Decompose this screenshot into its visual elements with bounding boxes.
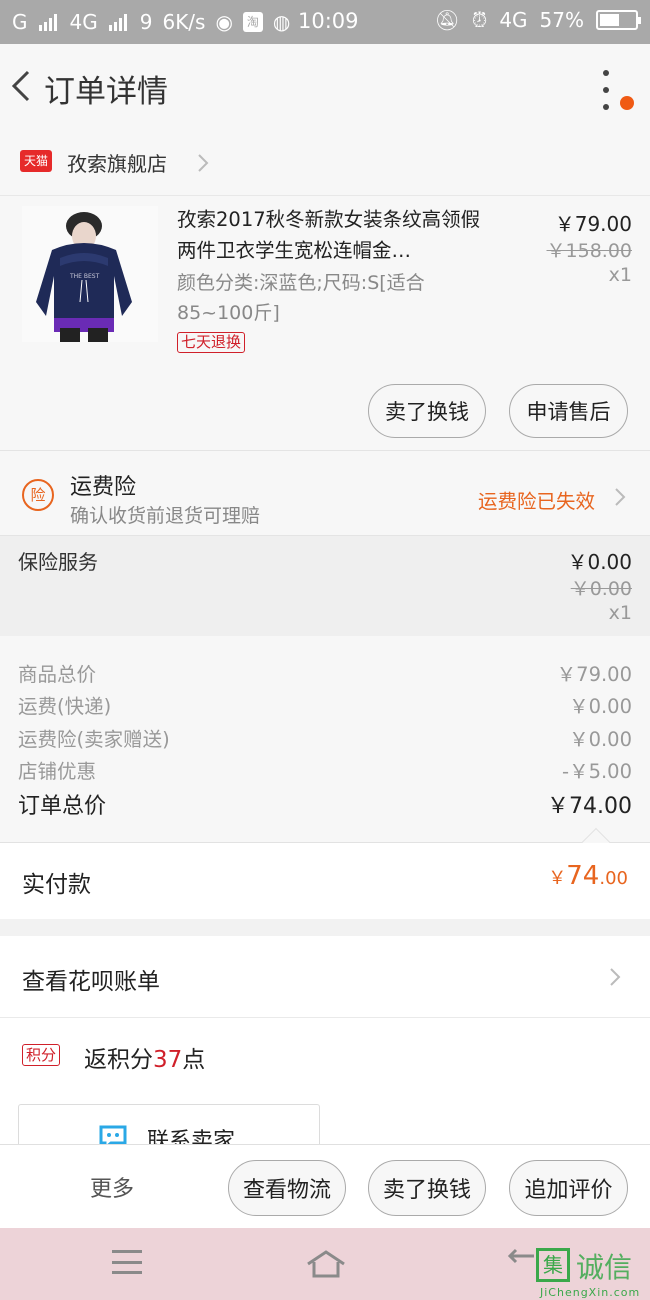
- summary-label: 运费险(卖家赠送): [18, 728, 170, 751]
- points-row: 积分 返积分37点: [0, 1018, 650, 1096]
- huabei-bill-label: 查看花呗账单: [22, 969, 160, 995]
- sell-for-cash-bottom-button[interactable]: 卖了换钱: [368, 1160, 486, 1216]
- insurance-service-row: 保险服务 ￥0.00 ￥0.00 x1: [0, 536, 650, 636]
- summary-value: ￥79.00: [556, 663, 632, 686]
- insurance-icon: 险: [22, 479, 54, 511]
- signal-icon-2: [108, 14, 127, 31]
- signal-icon: [38, 14, 57, 31]
- points-prefix: 返积分: [84, 1047, 153, 1073]
- freight-insurance-subtitle: 确认收货前退货可理赔: [70, 505, 261, 527]
- back-icon[interactable]: [506, 1248, 536, 1278]
- summary-row: 商品总价 ￥79.00: [18, 658, 632, 687]
- product-image[interactable]: THE BEST: [22, 206, 158, 342]
- network-right-label: 4G: [499, 8, 528, 32]
- order-total-row: 订单总价 ￥74.00: [18, 788, 632, 820]
- battery-fill: [600, 14, 620, 26]
- more-button[interactable]: 更多: [90, 1171, 134, 1203]
- taobao-icon: 淘: [242, 12, 263, 32]
- status-right: 🔕︎ ⏰︎ 4G 57%: [434, 8, 641, 32]
- page-title: 订单详情: [44, 74, 168, 110]
- mute-icon: 🔕︎: [434, 8, 460, 32]
- summary-row: 运费险(卖家赠送) ￥0.00: [18, 723, 632, 752]
- actual-payment-amount: ￥74.00: [548, 861, 628, 891]
- watermark-char: 集: [536, 1248, 570, 1282]
- more-options-icon[interactable]: [596, 70, 616, 110]
- tmall-icon: 天猫: [20, 150, 52, 172]
- back-arrow-icon[interactable]: [8, 68, 36, 104]
- amount-decimal: .00: [599, 868, 628, 889]
- summary-label: 运费(快递): [18, 695, 112, 718]
- summary-row: 店铺优惠 -￥5.00: [18, 755, 632, 784]
- order-total-label: 订单总价: [18, 794, 107, 819]
- product-price: ￥79.00: [554, 212, 632, 236]
- product-title[interactable]: 孜索2017秋冬新款女装条纹高领假两件卫衣学生宽松连帽金…: [177, 204, 482, 266]
- freight-insurance-title: 运费险: [70, 475, 137, 500]
- points-suffix: 点: [182, 1047, 206, 1073]
- actual-payment-label: 实付款: [22, 872, 91, 898]
- insurance-service-price: ￥0.00: [567, 550, 632, 574]
- chevron-right-icon: [615, 488, 626, 506]
- points-text: 返积分37点: [84, 1040, 205, 1074]
- contact-seller-label: 联系卖家: [147, 1129, 236, 1144]
- page-header: 订单详情: [0, 44, 650, 130]
- notification-count: 9: [139, 10, 153, 34]
- battery-percent: 57%: [539, 8, 584, 32]
- watermark-logo: 集 诚信 JiChengXin.com: [536, 1242, 650, 1300]
- network-label: 4G: [69, 10, 98, 34]
- summary-value: ￥0.00: [569, 728, 632, 751]
- insurance-service-label: 保险服务: [18, 550, 98, 574]
- bottom-action-bar: 更多 查看物流 卖了换钱 追加评价: [0, 1144, 650, 1228]
- clock: 10:09: [298, 9, 359, 33]
- hoodie-photo-icon: THE BEST: [22, 206, 158, 342]
- summary-label: 商品总价: [18, 663, 97, 686]
- currency-symbol: ￥: [548, 868, 567, 889]
- amount-integer: 74: [566, 861, 600, 891]
- status-left: G 4G 9 6K/s ◉ 淘 ◍: [12, 10, 290, 34]
- actual-payment-row: 实付款 ￥74.00: [0, 843, 650, 919]
- add-review-button[interactable]: 追加评价: [509, 1160, 628, 1216]
- after-sales-button[interactable]: 申请售后: [509, 384, 628, 438]
- product-card: THE BEST 孜索2017秋冬新款女装条纹高领假两件卫衣学生宽松连帽金… 颜…: [0, 196, 650, 450]
- net-speed: 6K/s: [162, 10, 206, 34]
- shop-row[interactable]: 天猫 孜索旗舰店: [0, 130, 650, 196]
- order-total-value: ￥74.00: [547, 794, 632, 819]
- sell-for-cash-button[interactable]: 卖了换钱: [368, 384, 486, 438]
- app-icon: ◍: [272, 10, 291, 34]
- product-quantity: x1: [608, 264, 632, 286]
- seven-day-return-badge: 七天退换: [177, 332, 246, 353]
- points-value: 37: [153, 1047, 183, 1073]
- price-summary: 商品总价 ￥79.00 运费(快递) ￥0.00 运费险(卖家赠送) ￥0.00…: [0, 636, 650, 857]
- summary-value: -￥5.00: [562, 760, 632, 783]
- svg-text:THE BEST: THE BEST: [69, 273, 100, 280]
- hotspot-icon: ◉: [215, 10, 233, 34]
- shop-name[interactable]: 孜索旗舰店: [67, 148, 167, 177]
- contact-seller-button[interactable]: 联系卖家: [18, 1104, 320, 1144]
- insurance-service-quantity: x1: [608, 602, 632, 624]
- battery-icon: [596, 10, 641, 30]
- signal-label: G: [12, 10, 28, 34]
- huabei-bill-row[interactable]: 查看花呗账单: [0, 936, 650, 1018]
- summary-row: 运费(快递) ￥0.00: [18, 690, 632, 719]
- watermark-url: JiChengXin.com: [540, 1286, 641, 1299]
- product-original-price: ￥158.00: [546, 240, 632, 262]
- summary-label: 店铺优惠: [18, 760, 97, 783]
- view-logistics-button[interactable]: 查看物流: [228, 1160, 346, 1216]
- insurance-service-original-price: ￥0.00: [570, 578, 632, 600]
- menu-icon[interactable]: [112, 1250, 142, 1274]
- chevron-right-icon: [198, 154, 209, 172]
- product-spec: 颜色分类:深蓝色;尺码:S[适合85~100斤]: [177, 272, 425, 324]
- points-badge: 积分: [22, 1044, 61, 1066]
- notification-dot: [620, 96, 634, 110]
- system-nav-bar: 集 诚信 JiChengXin.com: [0, 1228, 650, 1300]
- contact-area: 联系卖家: [0, 1096, 650, 1144]
- alarm-icon: ⏰︎: [471, 8, 488, 32]
- watermark-text: 诚信: [576, 1251, 633, 1284]
- chat-bubble-icon: [99, 1125, 127, 1144]
- freight-insurance-status: 运费险已失效: [478, 490, 596, 513]
- status-bar: G 4G 9 6K/s ◉ 淘 ◍ 10:09 🔕︎ ⏰︎ 4G 57%: [0, 0, 650, 44]
- freight-insurance-row[interactable]: 险 运费险 确认收货前退货可理赔 运费险已失效: [0, 450, 650, 536]
- chevron-right-icon: [610, 968, 621, 986]
- summary-value: ￥0.00: [569, 695, 632, 718]
- home-icon[interactable]: [304, 1248, 348, 1278]
